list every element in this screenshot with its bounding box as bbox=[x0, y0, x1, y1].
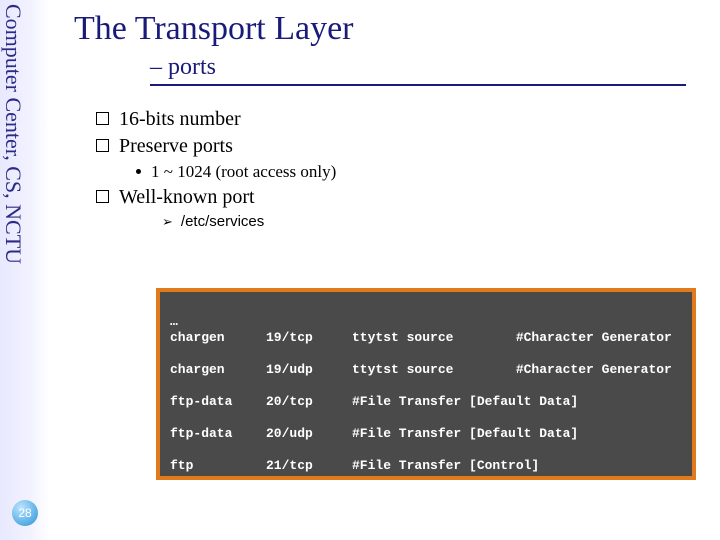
code-row: ftp-data20/udp#File Transfer [Default Da… bbox=[170, 426, 682, 442]
svc-port: 21/udp bbox=[266, 490, 352, 506]
bullet-2-text: Preserve ports bbox=[119, 135, 233, 157]
page-number: 28 bbox=[18, 506, 31, 520]
code-row: ftp21/udp#File Transfer [Control] bbox=[170, 490, 682, 506]
svc-rest: #File Transfer [Default Data] bbox=[352, 426, 682, 442]
slide-title: The Transport Layer bbox=[74, 10, 354, 48]
svc-name: chargen bbox=[170, 330, 266, 346]
slide-subtitle: – ports bbox=[150, 54, 216, 81]
svc-port: 19/udp bbox=[266, 362, 352, 378]
bullet-2-sub: 1 ~ 1024 (root access only) bbox=[136, 162, 336, 182]
arrow-bullet-icon: ➢ bbox=[162, 214, 173, 230]
svc-name: chargen bbox=[170, 362, 266, 378]
svc-name: ftp-data bbox=[170, 394, 266, 410]
svc-name: ftp bbox=[170, 490, 266, 506]
slide: Computer Center, CS, NCTU The Transport … bbox=[0, 0, 720, 540]
page-number-badge: 28 bbox=[12, 500, 38, 526]
code-row: ssh22/tcp#Secure Shell Login bbox=[170, 522, 682, 538]
sidebar-label: Computer Center, CS, NCTU bbox=[0, 4, 26, 264]
bullet-3: Well-known port bbox=[96, 186, 336, 209]
code-row: ftp21/tcp#File Transfer [Control] bbox=[170, 458, 682, 474]
svc-rest: #Secure Shell Login bbox=[352, 522, 682, 538]
svc-rest: #File Transfer [Default Data] bbox=[352, 394, 682, 410]
svc-port: 22/tcp bbox=[266, 522, 352, 538]
code-row: chargen19/udpttytst source #Character Ge… bbox=[170, 362, 682, 378]
svc-rest: ttytst source #Character Generator bbox=[352, 362, 682, 378]
svc-name: ftp-data bbox=[170, 426, 266, 442]
bullet-3-text: Well-known port bbox=[119, 186, 255, 208]
svc-rest: ttytst source #Character Generator bbox=[352, 330, 682, 346]
code-block: … chargen19/tcpttytst source #Character … bbox=[156, 288, 696, 480]
title-underline bbox=[150, 84, 686, 86]
bullet-2-sub-text: 1 ~ 1024 (root access only) bbox=[151, 162, 336, 181]
svc-name: ftp bbox=[170, 458, 266, 474]
svc-name: ssh bbox=[170, 522, 266, 538]
svc-port: 19/tcp bbox=[266, 330, 352, 346]
code-row: chargen19/tcpttytst source #Character Ge… bbox=[170, 330, 682, 346]
square-bullet-icon bbox=[96, 190, 109, 203]
dot-bullet-icon bbox=[136, 169, 141, 174]
bullet-3-sub: ➢ /etc/services bbox=[162, 213, 336, 230]
bullet-1: 16-bits number bbox=[96, 108, 336, 131]
bullet-3-sub-text: /etc/services bbox=[181, 213, 264, 230]
sidebar: Computer Center, CS, NCTU bbox=[0, 0, 50, 540]
code-ellipsis-top: … bbox=[170, 314, 178, 329]
bullet-list: 16-bits number Preserve ports 1 ~ 1024 (… bbox=[96, 104, 336, 234]
code-row: ftp-data20/tcp#File Transfer [Default Da… bbox=[170, 394, 682, 410]
square-bullet-icon bbox=[96, 139, 109, 152]
bullet-1-text: 16-bits number bbox=[119, 108, 241, 130]
svc-port: 21/tcp bbox=[266, 458, 352, 474]
svc-rest: #File Transfer [Control] bbox=[352, 490, 682, 506]
bullet-2: Preserve ports bbox=[96, 135, 336, 158]
svc-port: 20/tcp bbox=[266, 394, 352, 410]
svc-rest: #File Transfer [Control] bbox=[352, 458, 682, 474]
svc-port: 20/udp bbox=[266, 426, 352, 442]
square-bullet-icon bbox=[96, 112, 109, 125]
